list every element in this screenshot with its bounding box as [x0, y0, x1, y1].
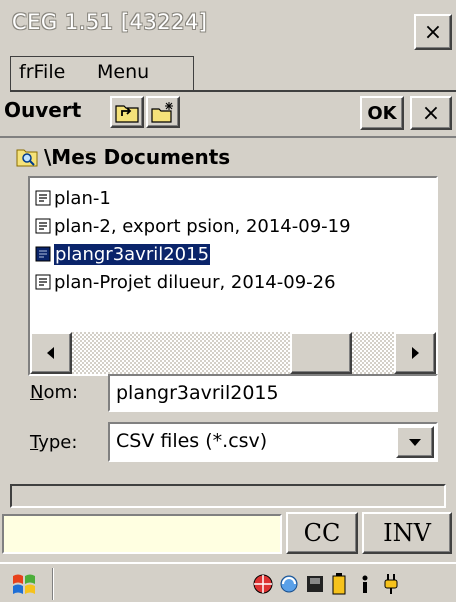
file-name: plan-1: [54, 187, 111, 209]
scrollbar-thumb[interactable]: [290, 332, 352, 374]
sync-icon[interactable]: [278, 572, 300, 596]
file-item-selected[interactable]: plangr3avril2015: [34, 240, 211, 268]
file-item[interactable]: plan-1: [34, 184, 111, 212]
horizontal-scrollbar[interactable]: [30, 332, 436, 374]
file-icon: [35, 218, 51, 234]
taskbar: [0, 562, 456, 602]
scroll-left-button[interactable]: [30, 332, 72, 374]
network-globe-icon[interactable]: [252, 572, 274, 596]
dialog-title: Ouvert: [4, 98, 82, 122]
scrollbar-track[interactable]: [30, 332, 436, 374]
toolbar-divider: [0, 136, 456, 138]
arrow-left-icon: [47, 347, 54, 359]
status-panel: [10, 484, 446, 508]
file-type-value: CSV files (*.csv): [116, 430, 268, 452]
storage-card-icon[interactable]: [304, 572, 326, 596]
current-path: \Mes Documents: [16, 142, 230, 172]
file-type-select[interactable]: CSV files (*.csv): [108, 422, 438, 462]
path-label: \Mes Documents: [44, 145, 231, 169]
dialog-toolbar: Ouvert OK ×: [0, 92, 456, 134]
type-label: Type:: [30, 432, 78, 453]
cc-button[interactable]: CC: [286, 512, 358, 554]
folder-up-button[interactable]: [110, 96, 144, 128]
menu-menu[interactable]: Menu: [97, 61, 149, 83]
new-folder-button[interactable]: [146, 96, 180, 128]
name-label: Nom:: [30, 382, 79, 403]
menu-bar: frFile Menu: [10, 56, 194, 90]
window-title: CEG 1.51 [43224]: [12, 10, 208, 34]
new-folder-icon: [151, 102, 173, 123]
menu-frfile[interactable]: frFile: [19, 61, 65, 83]
ok-button[interactable]: OK: [360, 96, 404, 130]
folder-up-icon: [115, 105, 139, 123]
file-type-dropdown-button[interactable]: [396, 426, 434, 458]
chevron-down-icon: [409, 439, 421, 446]
windows-flag-icon[interactable]: [10, 570, 38, 598]
file-icon: [35, 246, 51, 262]
file-icon: [35, 190, 51, 206]
power-plug-icon[interactable]: [380, 572, 402, 596]
file-name: plan-2, export psion, 2014-09-19: [54, 215, 351, 237]
file-name-input[interactable]: plangr3avril2015: [108, 374, 438, 412]
search-folder-icon: [16, 149, 38, 167]
file-name: plan-Projet dilueur, 2014-09-26: [54, 271, 336, 293]
file-item[interactable]: plan-2, export psion, 2014-09-19: [34, 212, 351, 240]
file-item[interactable]: plan-Projet dilueur, 2014-09-26: [34, 268, 336, 296]
file-icon: [35, 274, 51, 290]
cancel-button[interactable]: ×: [410, 96, 452, 130]
title-bar: CEG 1.51 [43224] ×: [0, 0, 456, 56]
info-icon[interactable]: [354, 572, 376, 596]
scroll-right-button[interactable]: [394, 332, 436, 374]
arrow-right-icon: [412, 347, 419, 359]
inv-button[interactable]: INV: [362, 512, 452, 554]
battery-icon[interactable]: [328, 572, 350, 596]
file-name: plangr3avril2015: [54, 243, 211, 265]
window-close-button[interactable]: ×: [414, 14, 452, 50]
command-input[interactable]: [2, 514, 282, 554]
taskbar-separator: [52, 568, 54, 600]
